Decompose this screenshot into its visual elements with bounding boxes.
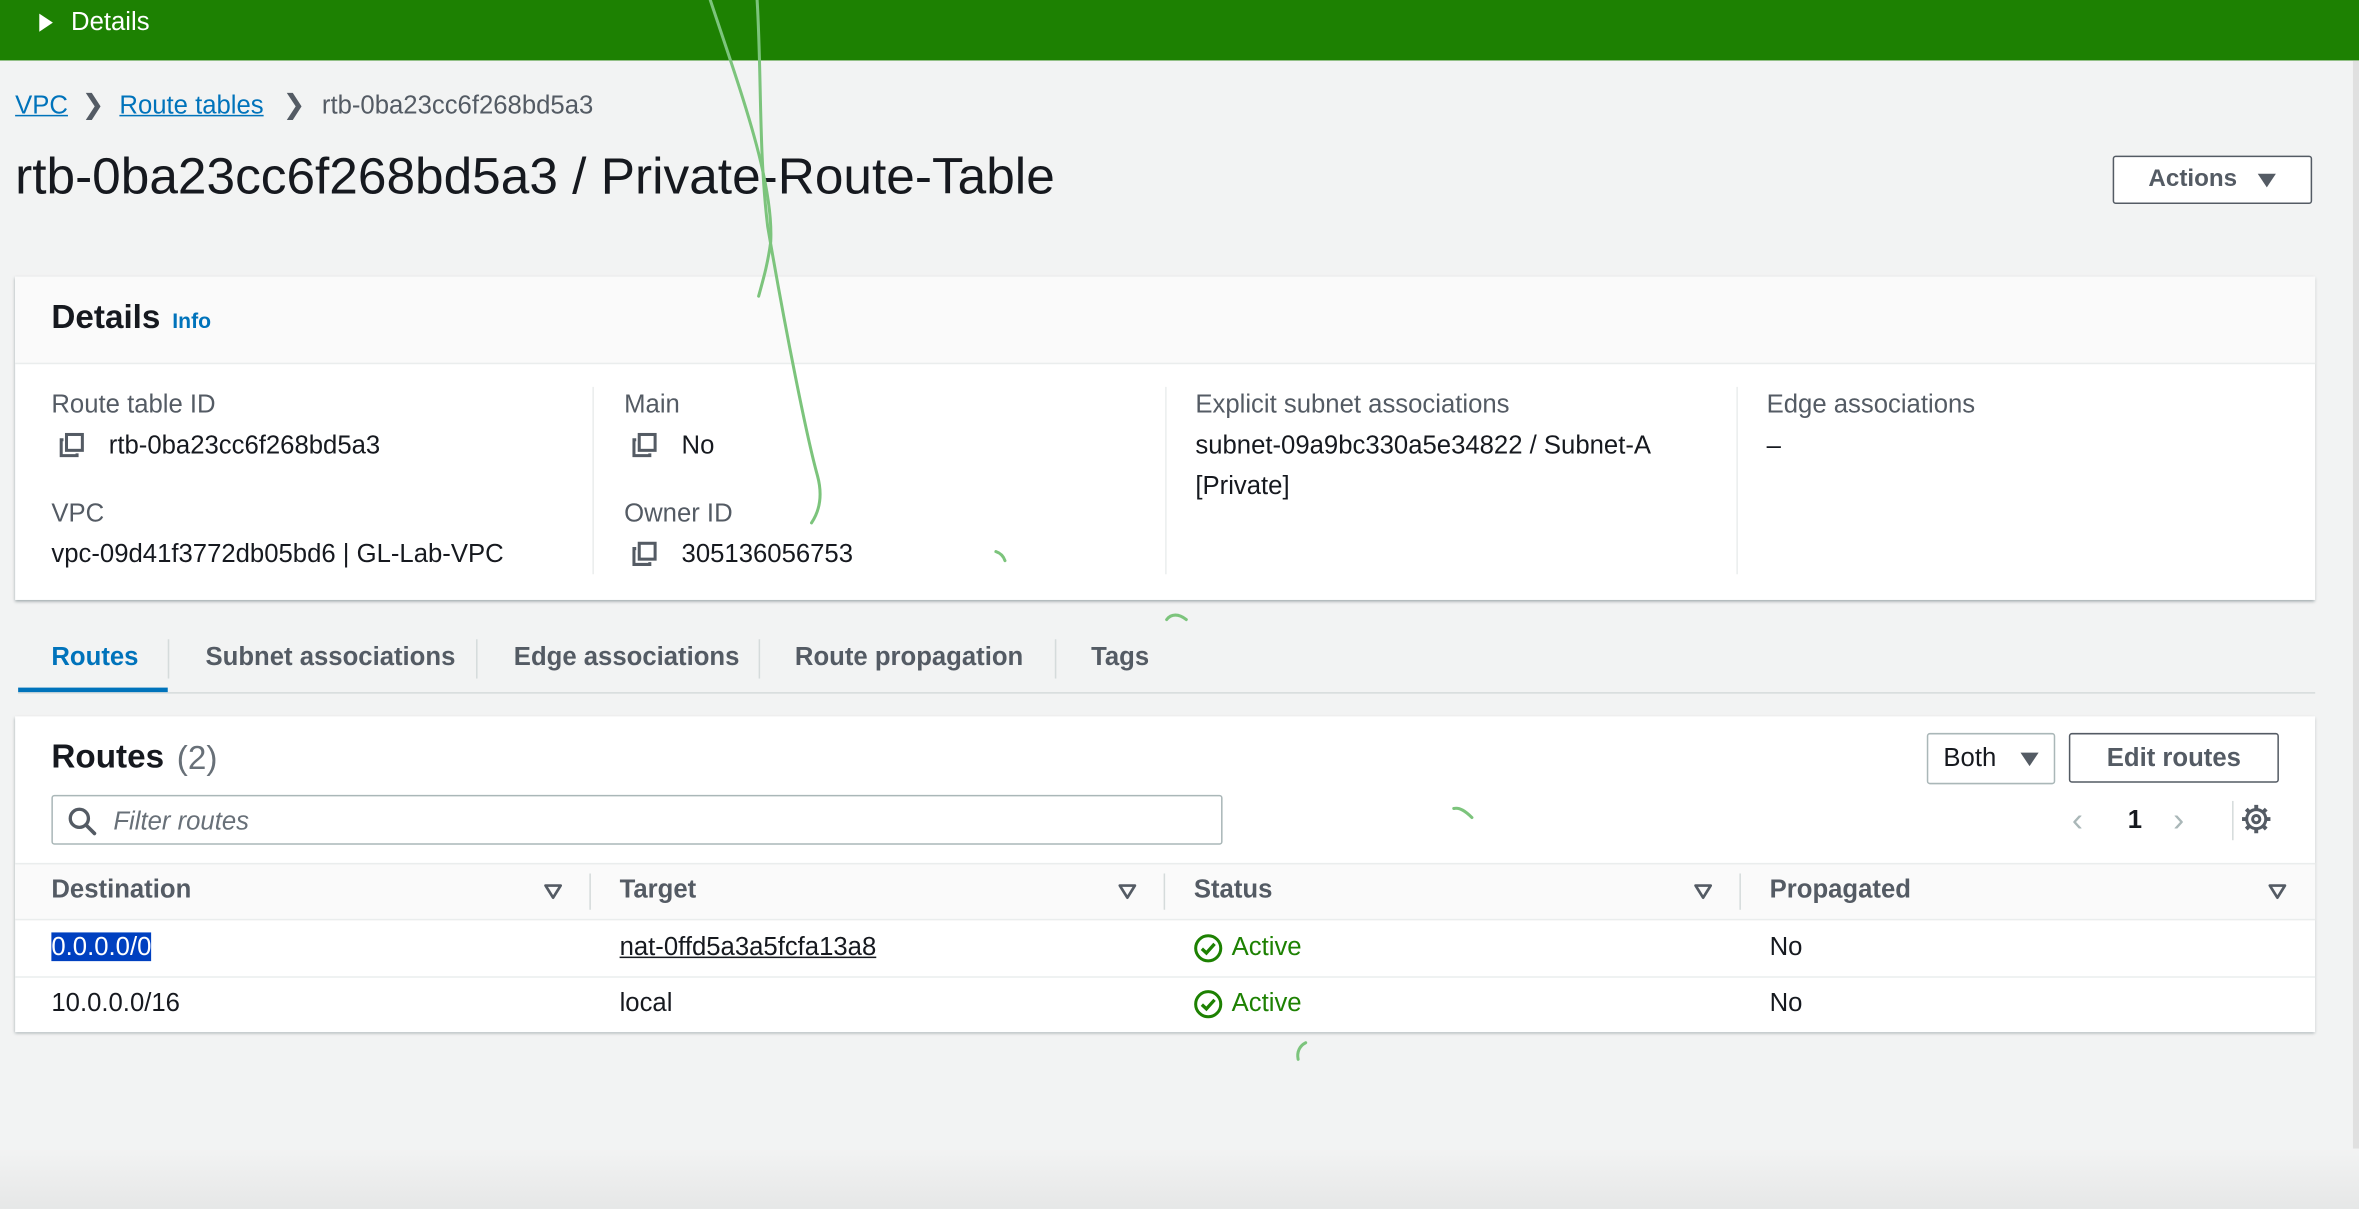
annotation-drawing <box>708 0 1474 1061</box>
